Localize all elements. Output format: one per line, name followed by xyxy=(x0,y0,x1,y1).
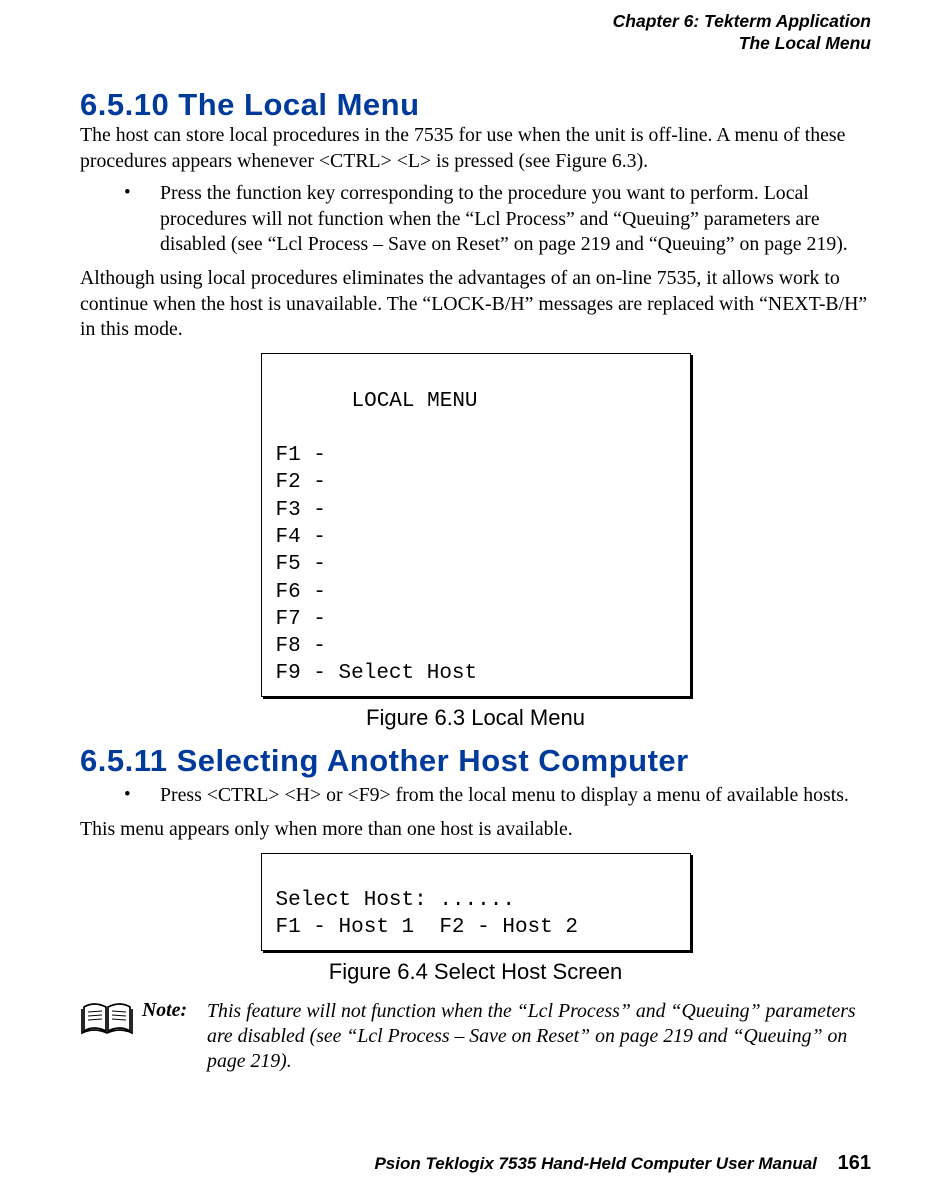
bullet-list-6-5-10: Press the function key corresponding to … xyxy=(80,181,871,258)
body-6-5-10: The host can store local procedures in t… xyxy=(80,123,871,343)
body-6-5-11: Press <CTRL> <H> or <F9> from the local … xyxy=(80,783,871,842)
local-menu-row: F4 - xyxy=(276,526,326,549)
local-menu-row: F1 - xyxy=(276,444,326,467)
local-menu-row: F9 - Select Host xyxy=(276,662,478,685)
bullet-6-5-11-1: Press <CTRL> <H> or <F9> from the local … xyxy=(80,783,871,809)
para-6-5-11-1: This menu appears only when more than on… xyxy=(80,817,871,843)
note-label: Note: xyxy=(140,999,201,1022)
header-chapter: Chapter 6: Tekterm Application xyxy=(80,10,871,32)
figure-6-3-box: LOCAL MENU F1 - F2 - F3 - F4 - F5 - F6 -… xyxy=(261,353,691,697)
footer: Psion Teklogix 7535 Hand-Held Computer U… xyxy=(374,1152,871,1175)
figure-6-3-caption: Figure 6.3 Local Menu xyxy=(80,705,871,731)
heading-6-5-10: 6.5.10 The Local Menu xyxy=(80,89,871,122)
header-section: The Local Menu xyxy=(80,32,871,54)
select-host-line: F1 - Host 1 F2 - Host 2 xyxy=(276,916,578,939)
local-menu-row: F6 - xyxy=(276,581,326,604)
para-6-5-10-1: The host can store local procedures in t… xyxy=(80,123,871,174)
figure-6-4-caption: Figure 6.4 Select Host Screen xyxy=(80,959,871,985)
page: Chapter 6: Tekterm Application The Local… xyxy=(0,0,927,1197)
select-host-line: Select Host: ...... xyxy=(276,889,515,912)
local-menu-row: F2 - xyxy=(276,471,326,494)
local-menu-row: F3 - xyxy=(276,499,326,522)
footer-page-number: 161 xyxy=(822,1152,871,1174)
note-text: This feature will not function when the … xyxy=(207,999,871,1075)
local-menu-row: F8 - xyxy=(276,635,326,658)
local-menu-title: LOCAL MENU xyxy=(276,388,676,415)
para-6-5-10-2: Although using local procedures eliminat… xyxy=(80,266,871,343)
bullet-list-6-5-11: Press <CTRL> <H> or <F9> from the local … xyxy=(80,783,871,809)
local-menu-row: F7 - xyxy=(276,608,326,631)
note-block: Note: This feature will not function whe… xyxy=(80,999,871,1075)
book-icon xyxy=(80,1001,134,1042)
bullet-6-5-10-1: Press the function key corresponding to … xyxy=(80,181,871,258)
figure-6-4-box: Select Host: ...... F1 - Host 1 F2 - Hos… xyxy=(261,853,691,951)
footer-book-title: Psion Teklogix 7535 Hand-Held Computer U… xyxy=(374,1154,816,1173)
running-header: Chapter 6: Tekterm Application The Local… xyxy=(80,10,871,55)
heading-6-5-11: 6.5.11 Selecting Another Host Computer xyxy=(80,745,871,778)
local-menu-row: F5 - xyxy=(276,553,326,576)
